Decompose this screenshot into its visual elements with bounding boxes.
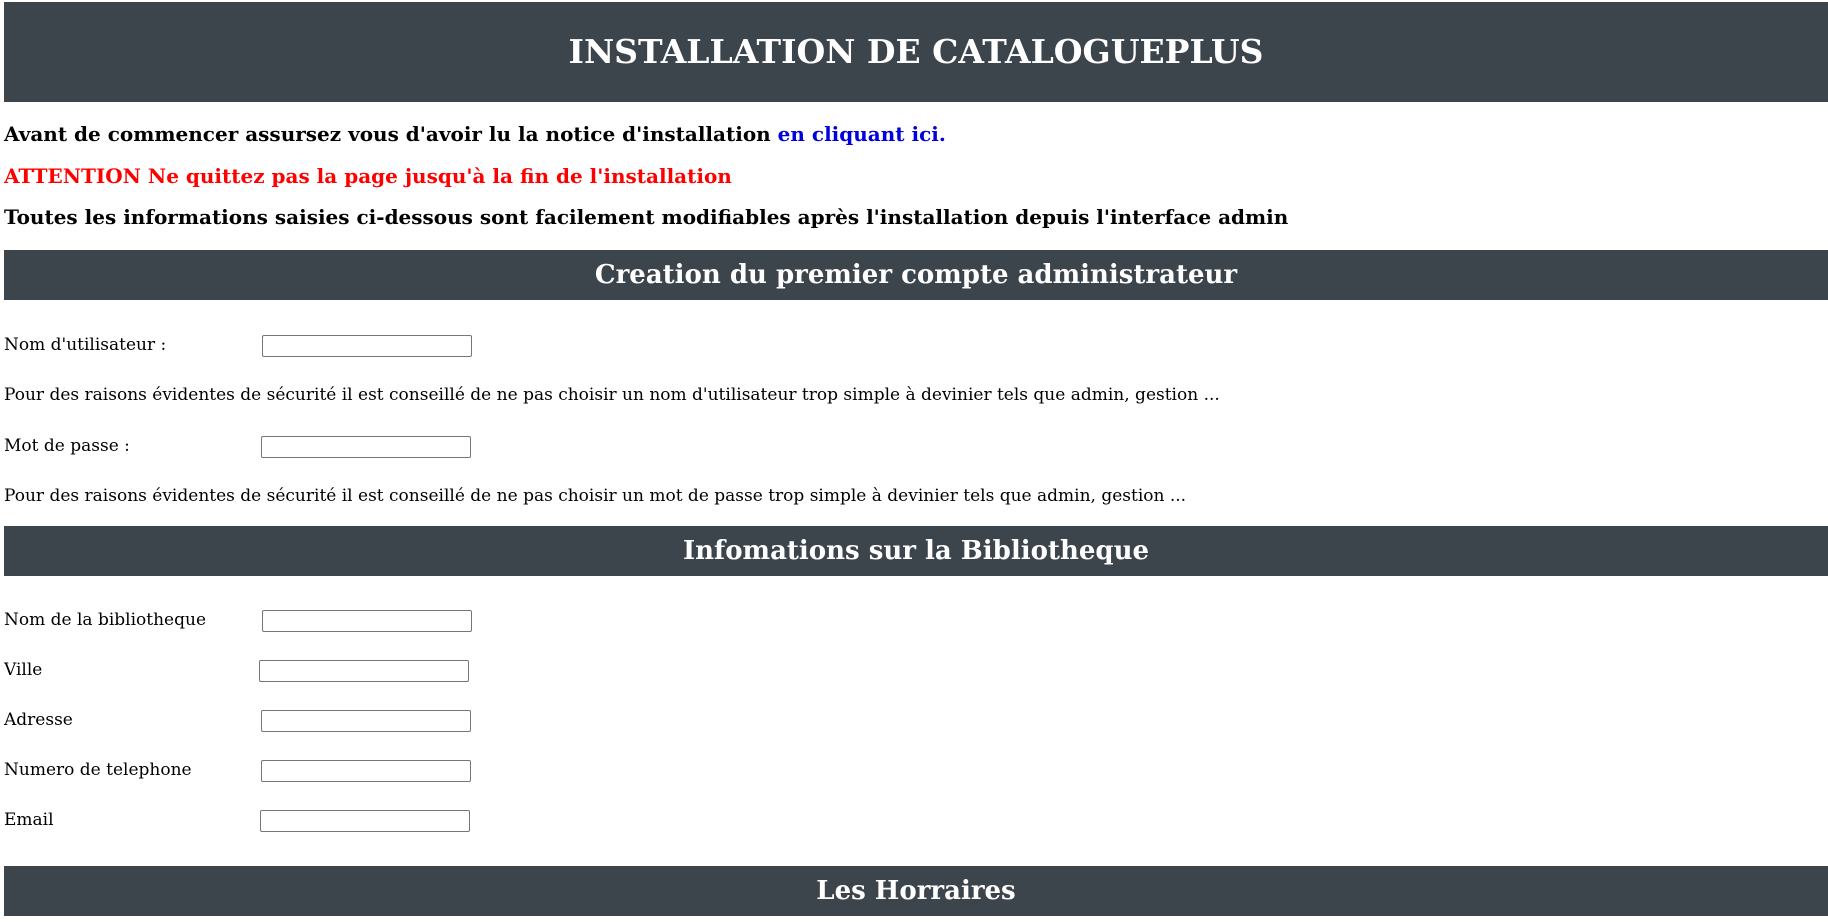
email-label: Email [4, 810, 54, 830]
notice-text: Avant de commencer assursez vous d'avoir… [4, 122, 778, 146]
username-label: Nom d'utilisateur : [4, 335, 167, 355]
library-name-label: Nom de la bibliotheque [4, 610, 206, 630]
username-hint: Pour des raisons évidentes de sécurité i… [4, 385, 1220, 405]
password-hint: Pour des raisons évidentes de sécurité i… [4, 486, 1187, 506]
info-text: Toutes les informations saisies ci-desso… [4, 205, 1289, 229]
username-input[interactable] [262, 335, 472, 357]
notice-link[interactable]: en cliquant ici. [778, 122, 946, 146]
password-input[interactable] [261, 436, 471, 458]
section-title-library: Infomations sur la Bibliotheque [4, 526, 1828, 576]
phone-label: Numero de telephone [4, 760, 192, 780]
address-label: Adresse [4, 710, 73, 730]
library-name-input[interactable] [262, 610, 472, 632]
section-title-admin: Creation du premier compte administrateu… [4, 250, 1828, 300]
city-input[interactable] [259, 660, 469, 682]
notice-line: Avant de commencer assursez vous d'avoir… [4, 122, 946, 146]
password-label: Mot de passe : [4, 436, 130, 456]
section-title-hours: Les Horraires [4, 866, 1828, 916]
address-input[interactable] [261, 710, 471, 732]
warning-text: ATTENTION Ne quittez pas la page jusqu'à… [4, 164, 732, 188]
phone-input[interactable] [261, 760, 471, 782]
email-input[interactable] [260, 810, 470, 832]
city-label: Ville [4, 660, 43, 680]
page-title: INSTALLATION DE CATALOGUEPLUS [4, 2, 1828, 102]
